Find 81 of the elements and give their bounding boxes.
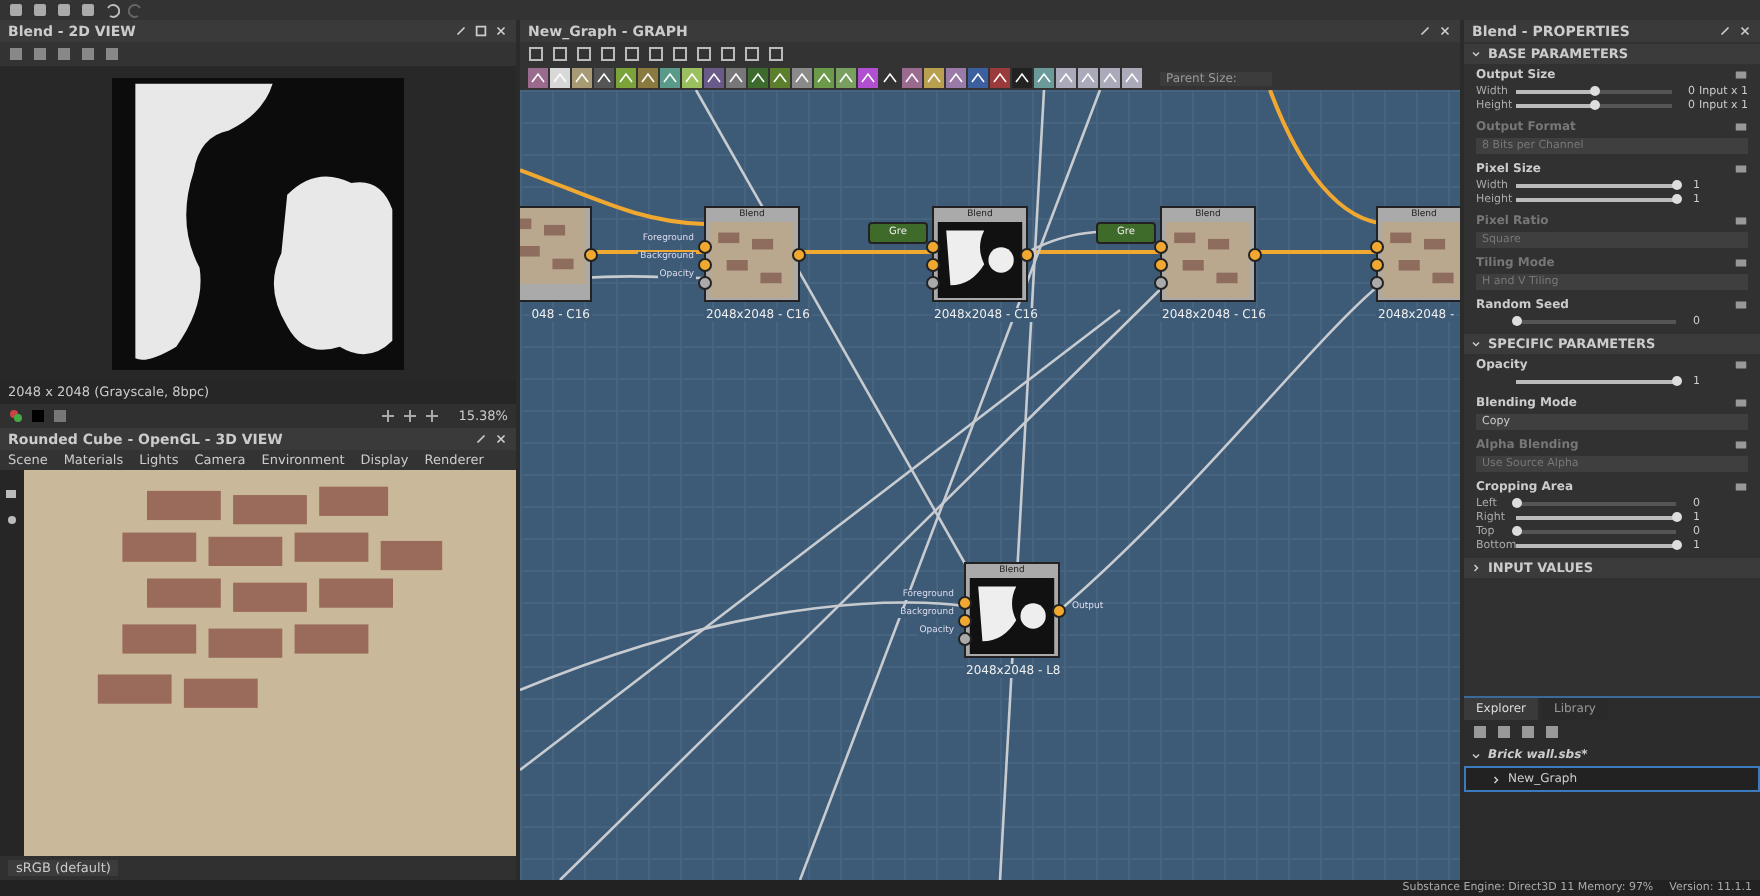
close-icon[interactable] bbox=[494, 24, 508, 38]
node-type-icon[interactable] bbox=[858, 68, 878, 88]
node-thumbnail bbox=[968, 578, 1056, 654]
slider-handle[interactable] bbox=[1672, 193, 1682, 203]
node-type-icon[interactable] bbox=[704, 68, 724, 88]
parameter-options-icon[interactable] bbox=[1734, 162, 1748, 176]
slider-handle[interactable] bbox=[1512, 497, 1522, 507]
parameter-options-icon[interactable] bbox=[1734, 358, 1748, 372]
parameter-options-icon[interactable] bbox=[1734, 120, 1748, 134]
output-port[interactable] bbox=[1020, 248, 1034, 262]
node-type-icon[interactable] bbox=[638, 68, 658, 88]
node-type-icon[interactable] bbox=[1122, 68, 1142, 88]
close-icon[interactable] bbox=[494, 432, 508, 446]
parameter-options-icon[interactable] bbox=[1734, 68, 1748, 82]
node-type-icon[interactable] bbox=[902, 68, 922, 88]
node-type-icon[interactable] bbox=[748, 68, 768, 88]
slider-handle[interactable] bbox=[1589, 85, 1600, 95]
camera-icon[interactable] bbox=[4, 486, 20, 502]
output-port[interactable] bbox=[1052, 604, 1066, 618]
close-icon[interactable] bbox=[1438, 24, 1452, 38]
node-type-icon[interactable] bbox=[1034, 68, 1054, 88]
toolbar-icon[interactable] bbox=[380, 408, 397, 424]
node-type-icon[interactable] bbox=[660, 68, 680, 88]
slider-handle[interactable] bbox=[1672, 179, 1682, 189]
light-bulb-icon[interactable] bbox=[4, 514, 20, 530]
node-thumbnail bbox=[1164, 222, 1252, 298]
node-type-icon[interactable] bbox=[572, 68, 592, 88]
node-type-icon[interactable] bbox=[968, 68, 988, 88]
swatch-icon[interactable] bbox=[52, 408, 68, 424]
slider-handle[interactable] bbox=[1672, 539, 1682, 549]
slider-handle[interactable] bbox=[1672, 511, 1682, 521]
node-type-icon[interactable] bbox=[792, 68, 812, 88]
pin-icon[interactable] bbox=[1418, 24, 1432, 38]
output-port[interactable] bbox=[1248, 248, 1262, 262]
node-type-icon[interactable] bbox=[770, 68, 790, 88]
node-type-icon[interactable] bbox=[550, 68, 570, 88]
node-type-icon[interactable] bbox=[726, 68, 746, 88]
parameter-options-icon[interactable] bbox=[1734, 438, 1748, 452]
undo-icon[interactable] bbox=[104, 2, 120, 18]
chevron-icon bbox=[1470, 562, 1482, 574]
parameter-options-icon[interactable] bbox=[1734, 256, 1748, 270]
swatch-icon[interactable] bbox=[30, 408, 46, 424]
node-thumbnail bbox=[708, 222, 796, 298]
pin-icon[interactable] bbox=[454, 24, 468, 38]
toolbar-icon[interactable] bbox=[424, 408, 441, 424]
chevron-icon bbox=[1470, 48, 1482, 60]
node-type-icon[interactable] bbox=[682, 68, 702, 88]
output-port[interactable] bbox=[584, 248, 598, 262]
node-type-icon[interactable] bbox=[1012, 68, 1032, 88]
node-type-icon[interactable] bbox=[1078, 68, 1098, 88]
node-type-icon[interactable] bbox=[616, 68, 636, 88]
node-type-icon[interactable] bbox=[528, 68, 548, 88]
slider-handle[interactable] bbox=[1512, 525, 1522, 535]
node-type-icon[interactable] bbox=[1056, 68, 1076, 88]
color-channels-icon[interactable] bbox=[8, 408, 24, 424]
node-thumbnail bbox=[1380, 222, 1460, 298]
node-type-icon[interactable] bbox=[836, 68, 856, 88]
toolbar-icon[interactable] bbox=[402, 408, 419, 424]
graph-node[interactable] bbox=[520, 206, 592, 302]
node-type-icon[interactable] bbox=[924, 68, 944, 88]
parameter-options-icon[interactable] bbox=[1734, 480, 1748, 494]
parameter-options-icon[interactable] bbox=[1734, 214, 1748, 228]
node-type-icon[interactable] bbox=[594, 68, 614, 88]
pin-icon[interactable] bbox=[1718, 24, 1732, 38]
parameter-options-icon[interactable] bbox=[1734, 396, 1748, 410]
pin-icon[interactable] bbox=[474, 432, 488, 446]
close-icon[interactable] bbox=[1738, 24, 1752, 38]
node-type-icon[interactable] bbox=[1100, 68, 1120, 88]
node-thumbnail bbox=[520, 208, 588, 284]
node-type-icon[interactable] bbox=[814, 68, 834, 88]
node-type-icon[interactable] bbox=[990, 68, 1010, 88]
node-thumbnail bbox=[936, 222, 1024, 298]
output-port[interactable] bbox=[792, 248, 806, 262]
maximize-icon[interactable] bbox=[474, 24, 488, 38]
slider-handle[interactable] bbox=[1512, 315, 1522, 325]
slider-handle[interactable] bbox=[1672, 375, 1682, 385]
chevron-icon bbox=[1470, 338, 1482, 350]
parameter-options-icon[interactable] bbox=[1734, 298, 1748, 312]
node-type-icon[interactable] bbox=[946, 68, 966, 88]
slider-handle[interactable] bbox=[1589, 99, 1600, 109]
node-type-icon[interactable] bbox=[880, 68, 900, 88]
